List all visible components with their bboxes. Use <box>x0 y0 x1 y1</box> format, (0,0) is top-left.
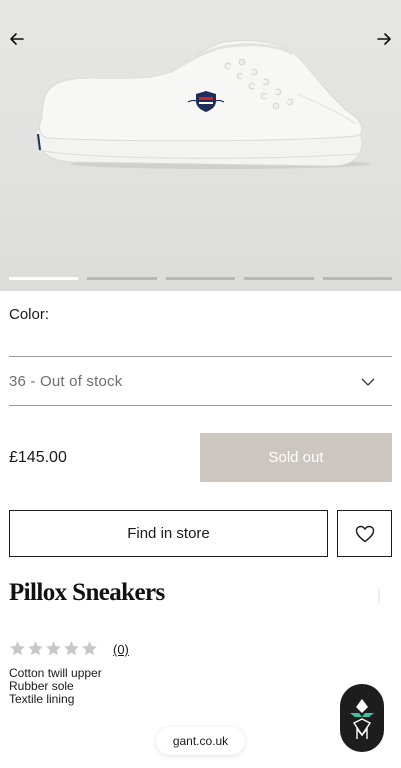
browser-url-bar[interactable]: gant.co.uk <box>156 727 245 755</box>
sold-out-button[interactable]: Sold out <box>200 433 392 482</box>
arrow-left-icon[interactable] <box>6 28 28 50</box>
chevron-down-icon <box>361 378 375 386</box>
color-label: Color: <box>9 306 50 323</box>
find-in-store-button[interactable]: Find in store <box>9 510 328 557</box>
star-icon <box>46 641 61 656</box>
assistant-button[interactable] <box>340 684 384 752</box>
product-title: Pillox Sneakers <box>9 579 165 606</box>
feature-item: Textile lining <box>9 692 75 706</box>
size-select[interactable]: 36 - Out of stock <box>9 358 392 405</box>
product-image <box>35 39 370 169</box>
arrow-right-icon[interactable] <box>373 28 395 50</box>
star-icon <box>10 641 25 656</box>
carousel-indicator[interactable] <box>322 277 393 280</box>
heart-icon <box>355 525 374 542</box>
star-icon <box>82 641 97 656</box>
divider <box>378 588 380 604</box>
carousel-indicators <box>9 277 393 280</box>
star-icon <box>28 641 43 656</box>
star-icon <box>64 641 79 656</box>
wishlist-button[interactable] <box>337 510 392 557</box>
divider <box>9 356 392 357</box>
review-count-link[interactable]: (0) <box>113 642 129 657</box>
feature-list: Cotton twill upper Rubber sole Textile l… <box>9 667 102 706</box>
carousel-indicator[interactable] <box>87 277 157 280</box>
carousel-indicator[interactable] <box>244 277 314 280</box>
size-select-value: 36 - Out of stock <box>9 373 123 390</box>
rating-stars[interactable] <box>9 640 98 657</box>
carousel-indicator[interactable] <box>9 277 79 280</box>
product-image-carousel[interactable] <box>0 0 401 291</box>
assistant-logo-icon <box>350 699 374 739</box>
product-price: £145.00 <box>9 449 67 466</box>
divider <box>9 405 392 406</box>
carousel-indicator[interactable] <box>165 277 236 280</box>
